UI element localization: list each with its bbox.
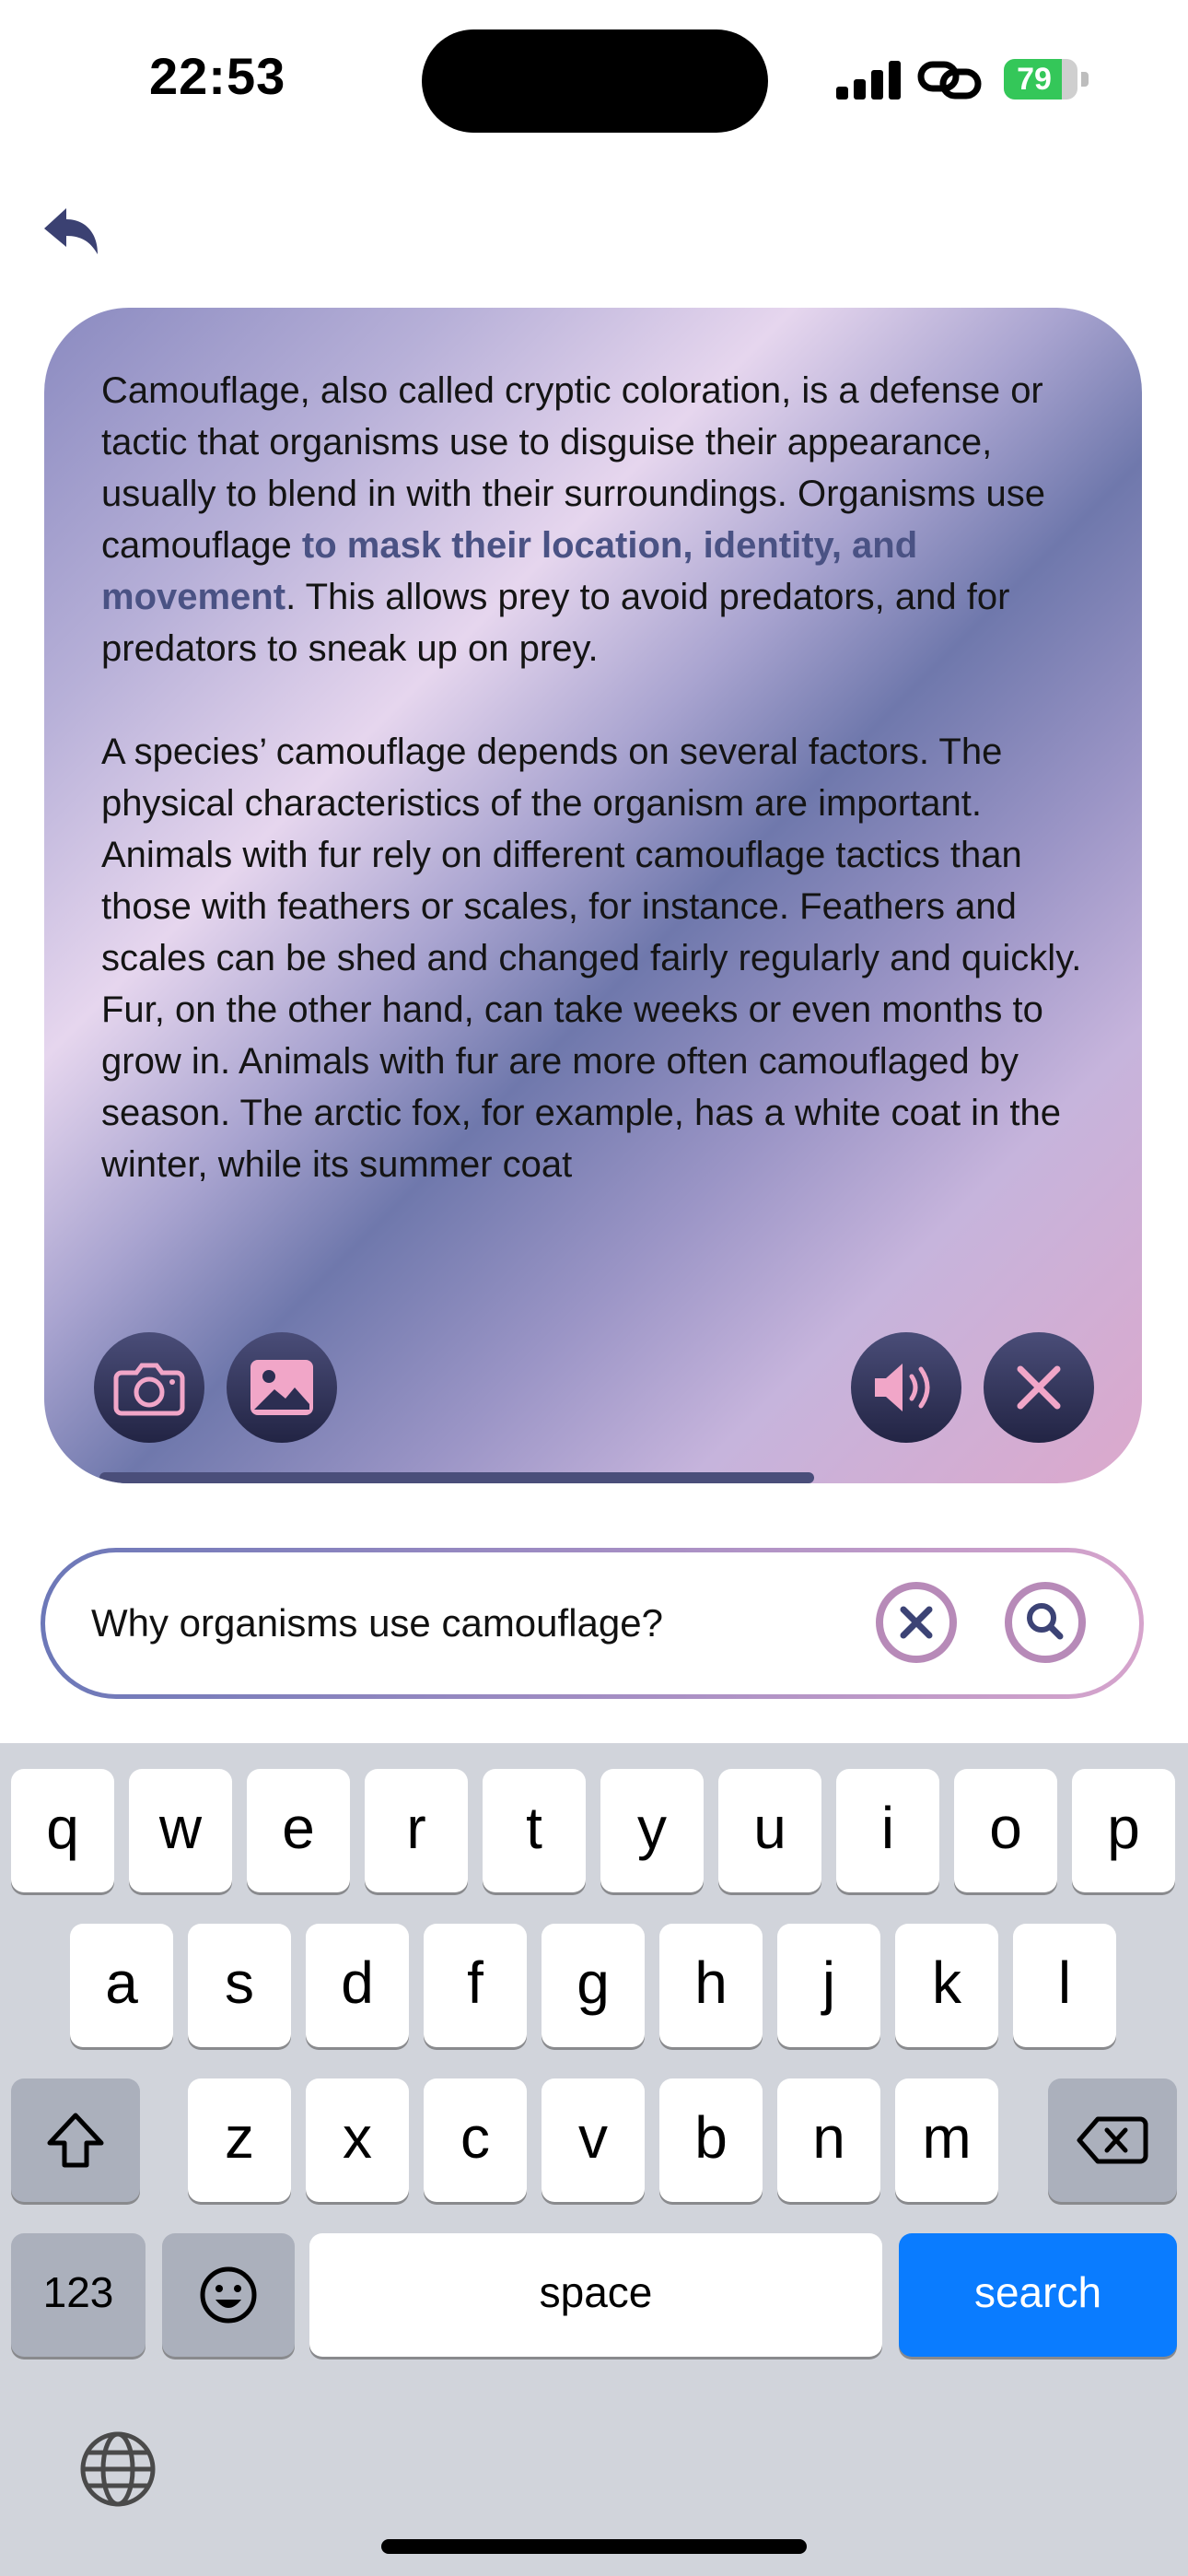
key-w[interactable]: w [129, 1769, 232, 1892]
answer-card: Camouflage, also called cryptic colorati… [44, 308, 1142, 1483]
shift-icon [47, 2113, 104, 2168]
close-icon [1017, 1365, 1061, 1410]
close-answer-button[interactable] [984, 1332, 1094, 1443]
home-indicator[interactable] [381, 2539, 807, 2554]
battery-indicator: 79 [1004, 59, 1089, 100]
photo-library-button[interactable] [227, 1332, 337, 1443]
key-d[interactable]: d [306, 1924, 409, 2047]
key-l[interactable]: l [1013, 1924, 1116, 2047]
key-o[interactable]: o [954, 1769, 1057, 1892]
key-m[interactable]: m [895, 2078, 998, 2202]
search-button[interactable] [1005, 1582, 1086, 1663]
search-icon [1027, 1603, 1064, 1640]
cellular-signal-icon [836, 59, 901, 100]
key-y[interactable]: y [600, 1769, 704, 1892]
globe-icon[interactable] [77, 2429, 158, 2510]
search-key[interactable]: search [899, 2233, 1177, 2357]
key-p[interactable]: p [1072, 1769, 1175, 1892]
key-v[interactable]: v [542, 2078, 645, 2202]
key-h[interactable]: h [659, 1924, 763, 2047]
key-e[interactable]: e [247, 1769, 350, 1892]
key-j[interactable]: j [777, 1924, 880, 2047]
key-u[interactable]: u [718, 1769, 821, 1892]
backspace-key[interactable] [1048, 2078, 1177, 2202]
key-a[interactable]: a [70, 1924, 173, 2047]
key-q[interactable]: q [11, 1769, 114, 1892]
speaker-icon [875, 1364, 930, 1411]
clear-query-button[interactable] [876, 1582, 957, 1663]
answer-paragraph-1: Camouflage, also called cryptic colorati… [101, 365, 1096, 674]
key-n[interactable]: n [777, 2078, 880, 2202]
key-b[interactable]: b [659, 2078, 763, 2202]
camera-button[interactable] [94, 1332, 204, 1443]
query-input[interactable]: Why organisms use camouflage? [91, 1552, 663, 1694]
answer-text[interactable]: Camouflage, also called cryptic colorati… [101, 365, 1096, 1224]
photo-icon [250, 1360, 313, 1415]
numbers-key[interactable]: 123 [11, 2233, 146, 2357]
key-x[interactable]: x [306, 2078, 409, 2202]
query-bar: Why organisms use camouflage? [41, 1548, 1144, 1699]
emoji-icon [200, 2266, 257, 2324]
scroll-indicator[interactable] [99, 1472, 814, 1483]
space-key[interactable]: space [309, 2233, 882, 2357]
status-bar: 22:53 79 [0, 0, 1188, 157]
camera-icon [113, 1363, 185, 1416]
key-i[interactable]: i [836, 1769, 939, 1892]
emoji-key[interactable] [162, 2233, 295, 2357]
key-g[interactable]: g [542, 1924, 645, 2047]
answer-paragraph-2: A species’ camouflage depends on several… [101, 732, 1082, 1185]
backspace-icon [1077, 2116, 1148, 2164]
key-z[interactable]: z [188, 2078, 291, 2202]
key-f[interactable]: f [424, 1924, 527, 2047]
personal-hotspot-icon [917, 61, 982, 100]
shift-key[interactable] [11, 2078, 140, 2202]
key-k[interactable]: k [895, 1924, 998, 2047]
status-time: 22:53 [149, 47, 286, 105]
dynamic-island [422, 29, 768, 133]
back-arrow-icon[interactable] [41, 205, 105, 260]
key-r[interactable]: r [365, 1769, 468, 1892]
key-c[interactable]: c [424, 2078, 527, 2202]
read-aloud-button[interactable] [851, 1332, 961, 1443]
clear-icon [900, 1606, 933, 1639]
key-s[interactable]: s [188, 1924, 291, 2047]
battery-percent: 79 [1017, 62, 1052, 97]
key-t[interactable]: t [483, 1769, 586, 1892]
